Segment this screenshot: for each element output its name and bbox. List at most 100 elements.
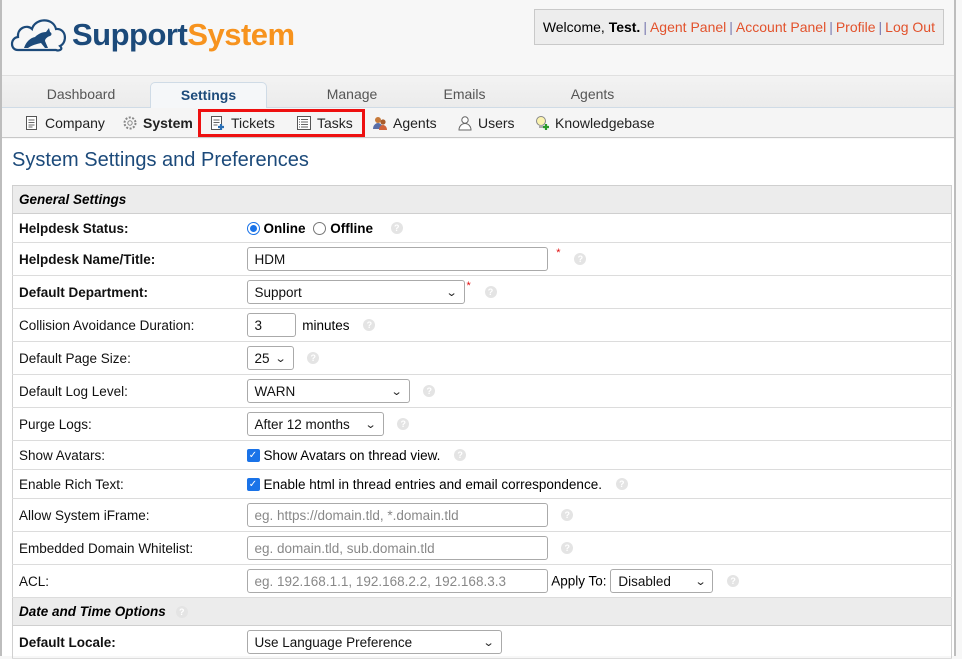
agent-panel-link[interactable]: Agent Panel <box>650 19 726 35</box>
brand-name-part1: Support <box>72 17 188 52</box>
help-icon[interactable]: ? <box>454 449 467 462</box>
apply-to-label: Apply To: <box>551 573 607 589</box>
profile-link[interactable]: Profile <box>836 19 876 35</box>
section-title: General Settings <box>19 192 127 207</box>
online-radio[interactable] <box>246 221 260 235</box>
subnav-company[interactable]: Company <box>24 113 105 133</box>
subnav-system-label: System <box>143 115 193 131</box>
subnav-agents-label: Agents <box>393 115 437 131</box>
subnav-knowledgebase[interactable]: Knowledgebase <box>534 113 655 133</box>
apply-to-select[interactable]: Disabled ⌄ <box>610 569 714 593</box>
helpdesk-name-input[interactable] <box>246 247 548 271</box>
field-label: Default Log Level: <box>12 374 241 408</box>
subnav-users-label: Users <box>478 115 515 131</box>
field-label: Embedded Domain Whitelist: <box>12 531 241 565</box>
account-panel-link[interactable]: Account Panel <box>736 19 826 35</box>
page-title: System Settings and Preferences <box>12 149 309 171</box>
help-icon[interactable]: ? <box>390 222 403 235</box>
show-avatars-checkbox[interactable]: ✓ <box>246 448 260 462</box>
user-icon <box>458 116 472 131</box>
subnav-tasks-label: Tasks <box>317 115 353 131</box>
row-domain-whitelist: Embedded Domain Whitelist: ? <box>12 531 952 565</box>
chevron-down-icon: ⌄ <box>445 286 458 299</box>
logo[interactable]: SupportSystem <box>8 10 295 60</box>
collision-duration-input[interactable] <box>246 313 296 337</box>
agents-icon <box>373 117 387 130</box>
subnav-agents[interactable]: Agents <box>372 113 437 133</box>
field-label: Helpdesk Name/Title: <box>12 242 241 276</box>
help-icon[interactable]: ? <box>727 575 740 587</box>
required-marker: * <box>556 247 561 259</box>
field-label: Enable Rich Text: <box>12 469 241 499</box>
gear-icon <box>123 116 137 130</box>
tab-settings[interactable]: Settings <box>150 82 267 110</box>
row-rich-text: Enable Rich Text: ✓ Enable html in thread… <box>12 469 952 499</box>
iframe-input[interactable] <box>246 503 548 527</box>
help-icon[interactable]: ? <box>423 385 436 397</box>
field-label: Default Page Size: <box>12 341 241 375</box>
default-department-select[interactable]: Support ⌄ <box>246 280 465 304</box>
section-date-time-options: Date and Time Options? <box>12 597 952 626</box>
offline-label: Offline <box>330 220 374 236</box>
row-show-avatars: Show Avatars: ✓ Show Avatars on thread vi… <box>12 440 952 470</box>
chevron-down-icon: ⌄ <box>364 418 377 431</box>
chevron-down-icon: ⌄ <box>390 385 403 398</box>
rich-text-checkbox[interactable]: ✓ <box>246 477 260 491</box>
page: SupportSystem Welcome, Test. | Agent Panel… <box>0 0 956 659</box>
selected-value: WARN <box>254 383 296 399</box>
tab-agents[interactable]: Agents <box>550 82 635 109</box>
field-label: Purge Logs: <box>12 407 241 441</box>
subnav-system[interactable]: System <box>122 113 193 133</box>
settings-table: General Settings Helpdesk Status: Online… <box>12 185 952 659</box>
checkbox-label: Show Avatars on thread view. <box>263 447 441 463</box>
field-label: Allow System iFrame: <box>12 498 241 532</box>
header: SupportSystem Welcome, Test. | Agent Panel… <box>2 0 954 75</box>
settings-subnav: Company System Tickets Tasks Agents User… <box>2 108 954 138</box>
field-label: Default Locale: <box>12 625 241 659</box>
purge-logs-select[interactable]: After 12 months ⌄ <box>246 412 384 436</box>
tab-emails[interactable]: Emails <box>422 82 507 109</box>
document-icon <box>26 116 37 130</box>
row-system-iframe: Allow System iFrame: ? <box>12 498 952 532</box>
tab-dashboard[interactable]: Dashboard <box>20 82 142 109</box>
field-label: Helpdesk Status: <box>12 213 241 243</box>
chevron-down-icon: ⌄ <box>694 575 707 588</box>
tab-manage[interactable]: Manage <box>287 82 417 109</box>
help-icon[interactable]: ? <box>615 478 628 491</box>
offline-radio[interactable] <box>313 221 327 235</box>
user-box: Welcome, Test. | Agent Panel | Account Panel… <box>533 9 944 45</box>
subnav-users[interactable]: Users <box>457 113 515 133</box>
kangaroo-cloud-icon <box>10 19 66 52</box>
subnav-tasks[interactable]: Tasks <box>296 113 353 133</box>
row-helpdesk-name: Helpdesk Name/Title: * ? <box>12 242 952 276</box>
required-marker: * <box>466 280 471 292</box>
subnav-knowledgebase-label: Knowledgebase <box>555 115 655 131</box>
field-label: Collision Avoidance Duration: <box>12 308 241 342</box>
help-icon[interactable]: ? <box>307 352 320 364</box>
help-icon[interactable]: ? <box>175 606 188 619</box>
main-tabs: Dashboard Settings Manage Emails Agents <box>2 75 954 110</box>
row-page-size: Default Page Size: 25 ⌄ ? <box>12 341 952 375</box>
help-icon[interactable]: ? <box>484 286 497 298</box>
row-default-locale: Default Locale: Use Language Preference ⌄ <box>12 625 952 659</box>
brand-name-part2: System <box>187 17 295 52</box>
checkbox-label: Enable html in thread entries and email … <box>263 476 602 492</box>
domain-whitelist-input[interactable] <box>246 536 548 560</box>
help-icon[interactable]: ? <box>363 319 376 331</box>
selected-value: 25 <box>254 350 270 366</box>
selected-value: Use Language Preference <box>254 634 413 650</box>
log-level-select[interactable]: WARN ⌄ <box>246 379 410 403</box>
section-title: Date and Time Options <box>19 604 166 619</box>
row-acl: ACL: Apply To: Disabled ⌄ ? <box>12 564 952 598</box>
default-locale-select[interactable]: Use Language Preference ⌄ <box>246 630 502 654</box>
selected-value: Disabled <box>618 573 671 589</box>
help-icon[interactable]: ? <box>574 253 587 265</box>
subnav-tickets[interactable]: Tickets <box>210 113 275 133</box>
row-log-level: Default Log Level: WARN ⌄ ? <box>12 374 952 408</box>
acl-input[interactable] <box>246 569 548 593</box>
help-icon[interactable]: ? <box>397 418 410 430</box>
log-out-link[interactable]: Log Out <box>885 19 935 35</box>
help-icon[interactable]: ? <box>561 542 574 554</box>
help-icon[interactable]: ? <box>561 509 574 521</box>
page-size-select[interactable]: 25 ⌄ <box>246 346 294 370</box>
